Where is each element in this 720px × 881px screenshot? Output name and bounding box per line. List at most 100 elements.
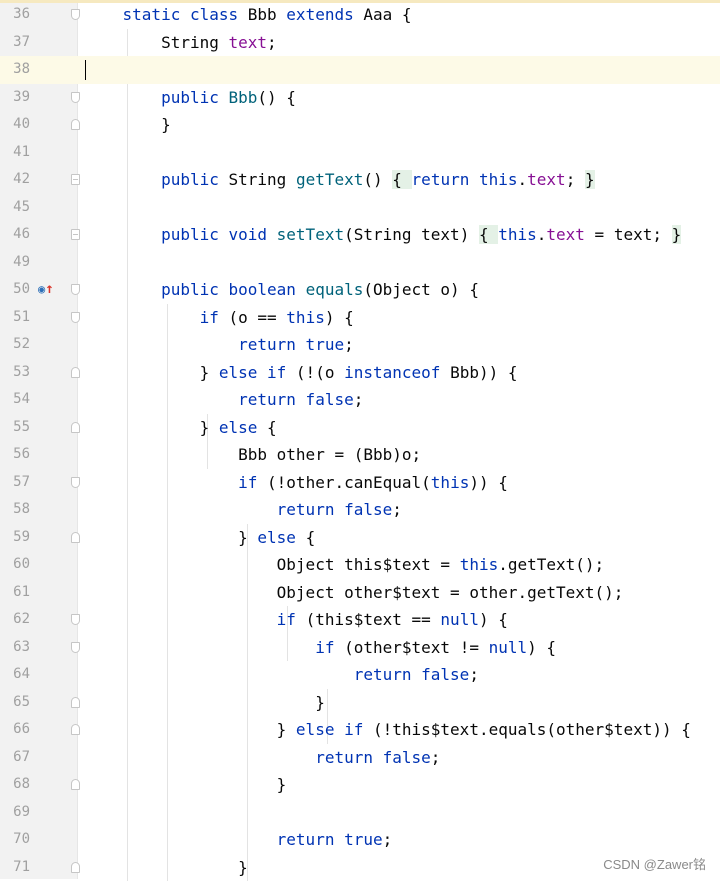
code-token: ) { <box>325 308 354 327</box>
line-number: 54 <box>0 386 30 414</box>
fold-toggle-icon[interactable] <box>71 642 80 653</box>
code-line[interactable]: 55 } else { <box>0 414 720 442</box>
code-text: public String getText() { return this.te… <box>84 166 595 194</box>
code-line[interactable]: 38 <box>0 56 720 84</box>
fold-toggle-icon[interactable] <box>71 532 80 543</box>
line-number: 53 <box>0 359 30 387</box>
code-line[interactable]: 46 public void setText(String text) { th… <box>0 221 720 249</box>
code-token <box>84 390 238 409</box>
fold-toggle-icon[interactable] <box>71 9 80 20</box>
code-token: } <box>84 528 257 547</box>
fold-toggle-icon[interactable] <box>71 229 80 240</box>
code-line[interactable]: 64 return false; <box>0 661 720 689</box>
code-text: return true; <box>84 826 392 854</box>
code-line[interactable]: 42 public String getText() { return this… <box>0 166 720 194</box>
code-line[interactable]: 56 Bbb other = (Bbb)o; <box>0 441 720 469</box>
code-token: { <box>479 225 498 244</box>
code-editor[interactable]: 36 static class Bbb extends Aaa {37 Stri… <box>0 0 720 879</box>
code-token: extends <box>286 5 363 24</box>
line-number: 63 <box>0 634 30 662</box>
fold-toggle-icon[interactable] <box>71 174 80 185</box>
code-token: this <box>460 555 499 574</box>
line-number: 55 <box>0 414 30 442</box>
line-number: 51 <box>0 304 30 332</box>
code-line[interactable]: 37 String text; <box>0 29 720 57</box>
line-number: 59 <box>0 524 30 552</box>
code-line[interactable]: 52 return true; <box>0 331 720 359</box>
code-token: if <box>238 473 267 492</box>
code-line[interactable]: 36 static class Bbb extends Aaa { <box>0 1 720 29</box>
code-line[interactable]: 69 <box>0 799 720 827</box>
code-token <box>84 308 200 327</box>
fold-toggle-icon[interactable] <box>71 614 80 625</box>
code-text: } else { <box>84 524 315 552</box>
line-number: 37 <box>0 29 30 57</box>
code-token: text <box>546 225 585 244</box>
code-text: return false; <box>84 386 363 414</box>
code-line[interactable]: 54 return false; <box>0 386 720 414</box>
code-token <box>84 335 238 354</box>
code-token: null <box>489 638 528 657</box>
code-line[interactable]: 50◉↑ public boolean equals(Object o) { <box>0 276 720 304</box>
code-text: return true; <box>84 331 354 359</box>
fold-toggle-icon[interactable] <box>71 477 80 488</box>
code-line[interactable]: 62 if (this$text == null) { <box>0 606 720 634</box>
code-line[interactable]: 63 if (other$text != null) { <box>0 634 720 662</box>
override-marker-icon[interactable]: ◉↑ <box>38 279 54 299</box>
code-line[interactable]: 70 return true; <box>0 826 720 854</box>
line-number: 70 <box>0 826 30 854</box>
code-token: else if <box>219 363 296 382</box>
code-token: return true <box>277 830 383 849</box>
code-token: (other$text != <box>344 638 489 657</box>
code-token: Bbb other = (Bbb)o; <box>84 445 421 464</box>
code-token: ; <box>431 748 441 767</box>
code-token: } <box>84 693 325 712</box>
line-number: 60 <box>0 551 30 579</box>
fold-toggle-icon[interactable] <box>71 367 80 378</box>
fold-toggle-icon[interactable] <box>71 779 80 790</box>
fold-toggle-icon[interactable] <box>71 422 80 433</box>
fold-toggle-icon[interactable] <box>71 697 80 708</box>
code-line[interactable]: 39 public Bbb() { <box>0 84 720 112</box>
code-line[interactable]: 67 return false; <box>0 744 720 772</box>
code-line[interactable]: 61 Object other$text = other.getText(); <box>0 579 720 607</box>
code-text: String text; <box>84 29 277 57</box>
fold-toggle-icon[interactable] <box>71 724 80 735</box>
code-token: null <box>440 610 479 629</box>
code-token: this <box>286 308 325 327</box>
code-line[interactable]: 66 } else if (!this$text.equals(other$te… <box>0 716 720 744</box>
code-token: ; <box>469 665 479 684</box>
fold-toggle-icon[interactable] <box>71 284 80 295</box>
code-line[interactable]: 41 <box>0 139 720 167</box>
code-token: (String text) <box>344 225 479 244</box>
code-text: if (other$text != null) { <box>84 634 556 662</box>
code-line[interactable]: 68 } <box>0 771 720 799</box>
code-text: public Bbb() { <box>84 84 296 112</box>
code-line[interactable]: 57 if (!other.canEqual(this)) { <box>0 469 720 497</box>
code-line[interactable]: 49 <box>0 249 720 277</box>
code-token <box>84 5 123 24</box>
code-token: } <box>84 115 171 134</box>
code-line[interactable]: 59 } else { <box>0 524 720 552</box>
fold-toggle-icon[interactable] <box>71 862 80 873</box>
code-token: static class <box>123 5 248 24</box>
fold-toggle-icon[interactable] <box>71 312 80 323</box>
fold-toggle-icon[interactable] <box>71 119 80 130</box>
code-token: ; <box>392 500 402 519</box>
code-line[interactable]: 51 if (o == this) { <box>0 304 720 332</box>
code-text: public void setText(String text) { this.… <box>84 221 681 249</box>
code-line[interactable]: 53 } else if (!(o instanceof Bbb)) { <box>0 359 720 387</box>
code-token: else if <box>296 720 373 739</box>
code-text: Object this$text = this.getText(); <box>84 551 604 579</box>
code-token: text <box>229 33 268 52</box>
code-line[interactable]: 58 return false; <box>0 496 720 524</box>
code-line[interactable]: 45 <box>0 194 720 222</box>
code-line[interactable]: 40 } <box>0 111 720 139</box>
code-line[interactable]: 65 } <box>0 689 720 717</box>
line-number: 46 <box>0 221 30 249</box>
line-number: 69 <box>0 799 30 827</box>
code-line[interactable]: 60 Object this$text = this.getText(); <box>0 551 720 579</box>
code-text: public boolean equals(Object o) { <box>84 276 479 304</box>
code-token: Bbb <box>229 88 258 107</box>
fold-toggle-icon[interactable] <box>71 92 80 103</box>
